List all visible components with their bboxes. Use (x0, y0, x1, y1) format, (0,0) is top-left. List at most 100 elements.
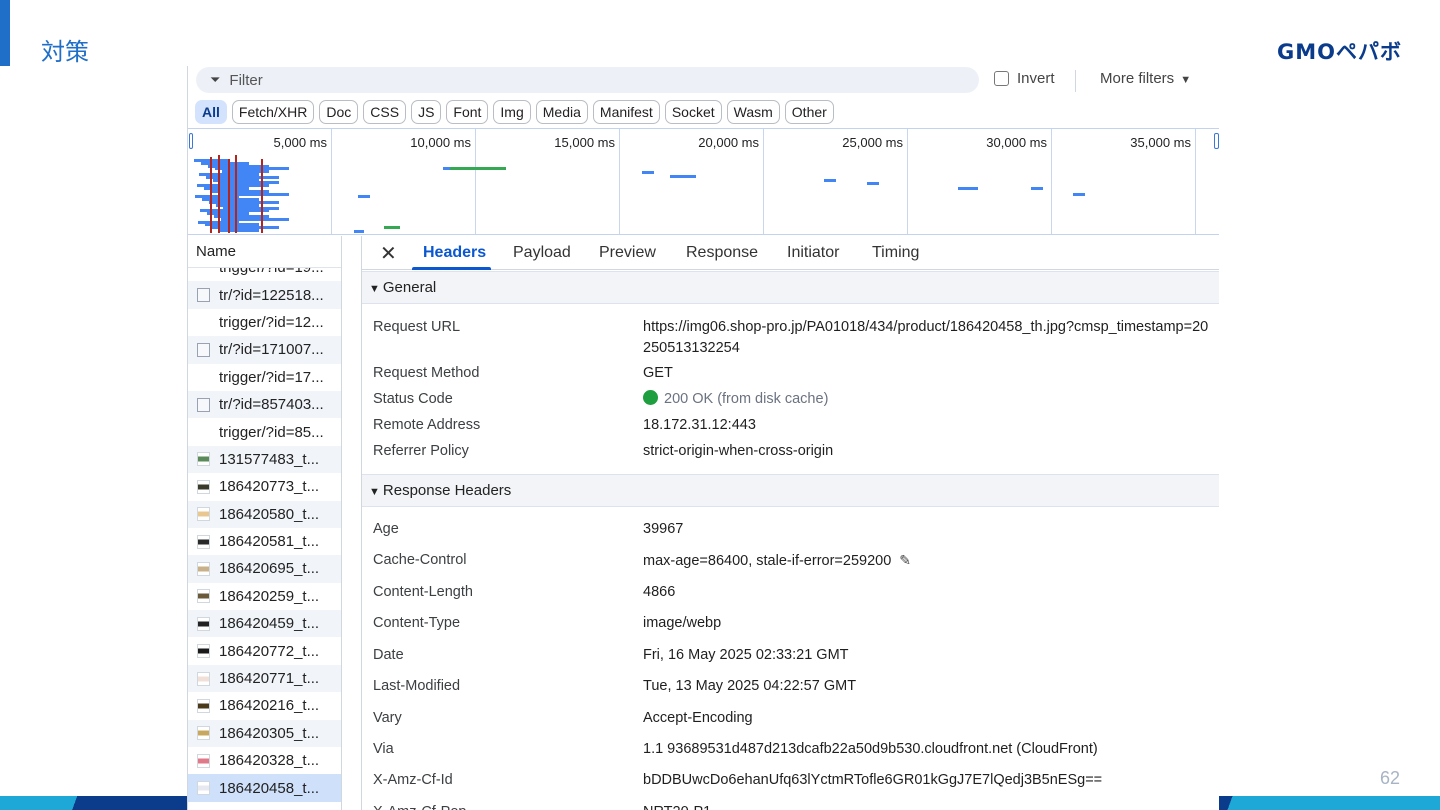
timeline-gridline (331, 129, 332, 234)
tab-preview[interactable]: Preview (599, 244, 656, 262)
filter-chip-img[interactable]: Img (493, 100, 531, 124)
name-column-header[interactable]: Name (188, 236, 341, 268)
invert-checkbox[interactable] (994, 71, 1009, 86)
request-row[interactable]: 186420216_t... (188, 692, 341, 719)
slide-title: 対策 (41, 38, 89, 66)
filter-chip-doc[interactable]: Doc (319, 100, 359, 124)
filter-chip-css[interactable]: CSS (363, 100, 407, 124)
header-key: Request URL (373, 319, 461, 335)
header-value[interactable]: strict-origin-when-cross-origin (643, 441, 1213, 462)
footer-band (0, 796, 188, 810)
request-row[interactable]: 131577483_t... (188, 445, 341, 474)
filter-chip-font[interactable]: Font (446, 100, 489, 124)
request-name: tr/?id=122518... (219, 286, 324, 304)
request-row[interactable]: 186420459_t... (188, 610, 341, 638)
filter-chip-manifest[interactable]: Manifest (592, 100, 660, 124)
image-thumbnail-icon (197, 753, 210, 768)
request-row[interactable]: 186420695_t... (188, 555, 341, 583)
invert-label: Invert (1017, 70, 1055, 87)
timeline-range-handle-right[interactable] (1214, 133, 1219, 149)
request-row[interactable]: tr/?id=171007... (188, 336, 341, 364)
more-filters-dropdown[interactable]: More filters ▼ (1100, 70, 1191, 87)
header-key: Vary (373, 710, 402, 726)
header-value[interactable]: NRT20-P1 (643, 802, 1213, 810)
waterfall-bar (1031, 187, 1043, 190)
filter-chip-fetch-xhr[interactable]: Fetch/XHR (231, 100, 315, 124)
request-row[interactable]: tr/?id=122518... (188, 281, 341, 309)
waterfall-bar (450, 167, 506, 170)
header-key: Content-Type (373, 615, 461, 631)
header-value[interactable]: GET (643, 363, 1213, 384)
waterfall-bar (384, 226, 400, 229)
timeline-gridline (1051, 129, 1052, 234)
header-value[interactable]: Fri, 16 May 2025 02:33:21 GMT (643, 645, 1213, 666)
timeline-range-handle-left[interactable] (189, 133, 193, 149)
filter-chip-all[interactable]: All (195, 100, 227, 124)
request-row[interactable]: 186420771_t... (188, 664, 341, 693)
filter-input[interactable]: ⏷ Filter (196, 67, 979, 93)
timeline-tick-label: 25,000 ms (842, 135, 903, 150)
request-row[interactable]: 186420305_t... (188, 719, 341, 748)
response-headers-title: Response Headers (382, 482, 512, 499)
details-tabs: ✕ Headers Payload Preview Response Initiator… (362, 236, 1219, 270)
request-type-icon (197, 425, 210, 439)
waterfall-bar (824, 179, 836, 182)
tab-headers[interactable]: Headers (423, 244, 486, 262)
request-row[interactable]: 186420773_t... (188, 473, 341, 500)
tab-payload[interactable]: Payload (513, 244, 571, 262)
filter-chip-other[interactable]: Other (784, 100, 834, 124)
header-value[interactable]: bDDBUwcDo6ehanUfq63lYctmRTofle6GR01kGgJ7… (643, 770, 1213, 791)
request-type-icon (197, 370, 210, 384)
header-value[interactable]: image/webp (643, 613, 1213, 634)
request-row[interactable]: tr/?id=857403... (188, 390, 341, 419)
header-key: Status Code (373, 391, 453, 407)
header-value[interactable]: 39967 (643, 519, 1213, 540)
request-row[interactable]: 186420328_t... (188, 747, 341, 774)
header-value[interactable]: Accept-Encoding (643, 708, 1213, 729)
filter-chip-media[interactable]: Media (535, 100, 588, 124)
request-row[interactable]: 186420259_t... (188, 583, 341, 610)
image-thumbnail-icon (197, 479, 210, 494)
network-overview-timeline[interactable]: 5,000 ms 10,000 ms 15,000 ms 20,000 ms 25,00… (188, 128, 1219, 235)
response-headers-section-header[interactable]: ▼ Response Headers (362, 474, 1219, 507)
collapse-triangle-icon: ▼ (369, 486, 380, 498)
header-key: Remote Address (373, 417, 481, 433)
header-value-status[interactable]: 200 OK (from disk cache) (643, 389, 1213, 410)
header-value[interactable]: 18.172.31.12:443 (643, 415, 1213, 436)
resource-type-filters: All Fetch/XHR Doc CSS JS Font Img Media Manifest… (195, 100, 834, 124)
request-row[interactable]: 186420580_t... (188, 500, 341, 528)
waterfall-marker-line (210, 157, 212, 233)
request-row[interactable]: trigger/?id=17... (188, 364, 341, 391)
header-value[interactable]: https://img06.shop-pro.jp/PA01018/434/pr… (643, 317, 1213, 359)
filter-chip-js[interactable]: JS (411, 100, 442, 124)
general-section-header[interactable]: ▼ General (362, 271, 1219, 304)
document-icon (197, 288, 210, 303)
image-thumbnail-icon (197, 452, 210, 467)
edit-pencil-icon[interactable]: ✎ (899, 550, 911, 571)
status-ok-icon (643, 390, 658, 405)
timeline-gridline (619, 129, 620, 234)
filter-placeholder: Filter (229, 71, 263, 89)
image-thumbnail-icon (197, 781, 210, 796)
header-value[interactable]: Tue, 13 May 2025 04:22:57 GMT (643, 676, 1213, 697)
header-value[interactable]: 1.1 93689531d487d213dcafb22a50d9b530.clo… (643, 739, 1213, 760)
tab-initiator[interactable]: Initiator (787, 244, 839, 262)
tab-timing[interactable]: Timing (872, 244, 919, 262)
filter-chip-socket[interactable]: Socket (664, 100, 722, 124)
request-row[interactable]: 186420458_t... (188, 774, 341, 802)
header-value-text: 1.1 93689531d487d213dcafb22a50d9b530.clo… (643, 741, 1098, 757)
waterfall-bar (354, 230, 364, 233)
image-thumbnail-icon (197, 561, 210, 576)
request-row[interactable]: trigger/?id=12... (188, 309, 341, 336)
tab-response[interactable]: Response (686, 244, 758, 262)
filter-chip-wasm[interactable]: Wasm (726, 100, 780, 124)
request-row[interactable]: 186420581_t... (188, 528, 341, 555)
close-icon[interactable]: ✕ (380, 241, 397, 266)
request-row[interactable]: trigger/?id=85... (188, 418, 341, 445)
request-row[interactable]: 186420772_t... (188, 637, 341, 664)
header-value[interactable]: max-age=86400, stale-if-error=259200 ✎ (643, 550, 1213, 572)
header-key: X-Amz-Cf-Id (373, 772, 453, 788)
invert-toggle[interactable]: Invert (994, 70, 1055, 87)
request-name: 186420771_t... (219, 670, 320, 688)
header-value[interactable]: 4866 (643, 582, 1213, 603)
